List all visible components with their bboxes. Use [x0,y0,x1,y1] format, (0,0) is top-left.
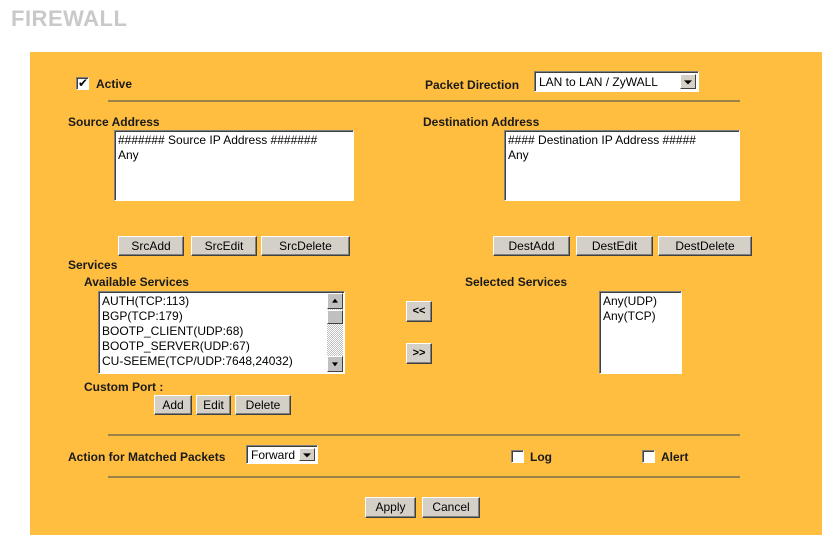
firewall-page: FIREWALL ✔ Active Packet Direction LAN t… [0,0,831,543]
src-add-button[interactable]: SrcAdd [118,236,184,256]
src-edit-button[interactable]: SrcEdit [191,236,257,256]
packet-direction-select[interactable]: LAN to LAN / ZyWALL [534,71,699,92]
active-label: Active [96,77,133,91]
list-item[interactable]: Any [118,148,353,163]
services-heading: Services [68,258,118,272]
list-item[interactable]: AUTH(TCP:113) [102,294,326,309]
cancel-label: Cancel [432,500,470,514]
alert-checkbox[interactable] [642,450,655,463]
apply-label: Apply [375,500,406,514]
src-delete-label: SrcDelete [279,239,332,253]
list-item[interactable]: BOOTP_CLIENT(UDP:68) [102,324,326,339]
scroll-up-icon[interactable] [327,293,343,309]
custom-port-add-label: Add [162,398,184,412]
apply-button[interactable]: Apply [365,497,416,518]
src-edit-label: SrcEdit [204,239,244,253]
list-item[interactable]: Any [508,148,739,163]
list-item[interactable]: Any(UDP) [603,294,681,309]
available-services-listbox[interactable]: AUTH(TCP:113) BGP(TCP:179) BOOTP_CLIENT(… [98,291,345,374]
dest-add-button[interactable]: DestAdd [493,236,570,256]
firewall-settings-panel: ✔ Active Packet Direction LAN to LAN / Z… [30,52,822,535]
custom-port-edit-label: Edit [203,398,224,412]
dest-delete-label: DestDelete [675,239,735,253]
dest-edit-button[interactable]: DestEdit [576,236,653,256]
move-right-button[interactable]: >> [406,343,432,364]
source-address-heading: Source Address [68,115,160,129]
available-services-label: Available Services [84,275,189,289]
selected-services-label: Selected Services [465,275,568,289]
destination-address-heading: Destination Address [423,115,540,129]
available-services-scrollbar[interactable] [327,293,343,372]
move-right-label: >> [412,347,426,359]
custom-port-add-button[interactable]: Add [154,395,192,415]
action-label: Action for Matched Packets [68,450,226,464]
dest-add-label: DestAdd [508,239,555,253]
dest-delete-button[interactable]: DestDelete [658,236,752,256]
custom-port-delete-button[interactable]: Delete [235,395,291,415]
list-item[interactable]: BOOTP_SERVER(UDP:67) [102,339,326,354]
action-select[interactable]: Forward [246,445,318,464]
src-add-label: SrcAdd [131,239,171,253]
log-checkbox[interactable] [511,450,524,463]
selected-services-listbox[interactable]: Any(UDP) Any(TCP) [599,291,682,374]
active-checkbox[interactable]: ✔ [76,77,89,90]
chevron-down-icon[interactable] [299,448,315,461]
list-item[interactable]: BGP(TCP:179) [102,309,326,324]
packet-direction-value: LAN to LAN / ZyWALL [539,74,658,89]
alert-label: Alert [661,450,689,464]
log-label: Log [530,450,552,464]
destination-address-listbox[interactable]: #### Destination IP Address ##### Any [504,130,740,201]
custom-port-edit-button[interactable]: Edit [196,395,231,415]
divider-middle [108,434,740,436]
chevron-down-icon[interactable] [680,74,696,89]
list-item[interactable]: Any(TCP) [603,309,681,324]
divider-bottom [108,476,740,478]
packet-direction-label: Packet Direction [425,78,520,92]
scroll-down-icon[interactable] [327,356,343,372]
cancel-button[interactable]: Cancel [422,497,480,518]
list-item[interactable]: CU-SEEME(TCP/UDP:7648,24032) [102,354,326,369]
page-title: FIREWALL [11,6,128,31]
active-check-glyph: ✔ [78,76,89,90]
move-left-label: << [412,305,426,317]
list-item[interactable]: #### Destination IP Address ##### [508,133,739,148]
scrollbar-thumb[interactable] [327,310,343,324]
source-address-listbox[interactable]: ####### Source IP Address ####### Any [114,130,354,201]
action-value: Forward [251,447,296,462]
dest-edit-label: DestEdit [591,239,638,253]
custom-port-label: Custom Port : [84,380,164,394]
src-delete-button[interactable]: SrcDelete [261,236,350,256]
move-left-button[interactable]: << [406,301,432,322]
custom-port-delete-label: Delete [245,398,281,412]
list-item[interactable]: ####### Source IP Address ####### [118,133,353,148]
divider-top [108,100,740,102]
